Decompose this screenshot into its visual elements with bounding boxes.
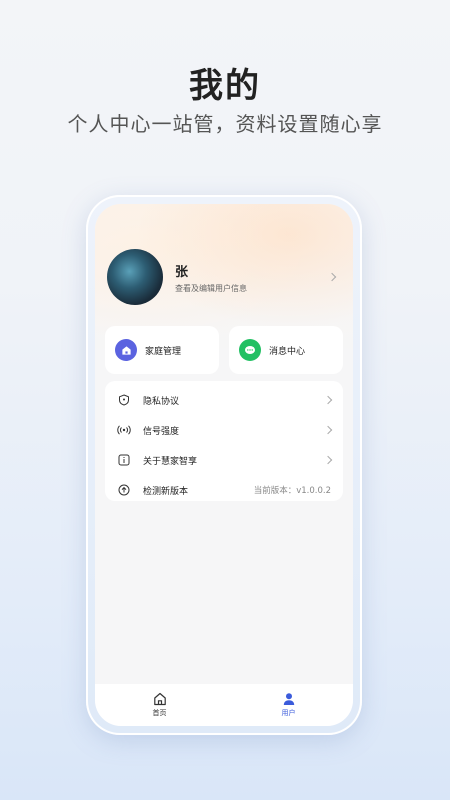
upload-icon [117, 483, 131, 497]
menu-item-check-update[interactable]: 检测新版本 当前版本：v1.0.0.2 [105, 475, 343, 505]
tab-home-label: 首页 [152, 709, 167, 717]
page-title: 我的 [189, 66, 261, 106]
chevron-right-icon [323, 395, 333, 405]
chevron-right-icon [323, 425, 333, 435]
info-icon [117, 453, 131, 467]
menu-item-label: 检测新版本 [143, 486, 189, 497]
family-management-label: 家庭管理 [145, 346, 182, 357]
menu-item-label: 关于慧家智享 [143, 456, 198, 467]
profile-text: 张 查看及编辑用户信息 [175, 261, 329, 294]
chevron-right-icon [327, 272, 337, 282]
message-center-button[interactable]: 消息中心 [229, 326, 343, 374]
chevron-right-icon [323, 455, 333, 465]
avatar[interactable] [107, 249, 163, 305]
tab-home[interactable]: 首页 [130, 692, 190, 718]
signal-icon [117, 423, 131, 437]
bottom-tabbar: 首页 用户 [95, 684, 353, 726]
home-icon [115, 339, 137, 361]
user-tab-icon [283, 693, 294, 705]
menu-item-about[interactable]: 关于慧家智享 [105, 445, 343, 475]
phone-mockup: 张 查看及编辑用户信息 家庭管理 消息中心 隐私协议 信号强度 关于慧家智享 检… [86, 195, 362, 735]
version-value: 当前版本：v1.0.0.2 [253, 486, 331, 496]
shield-icon [117, 393, 131, 407]
menu-item-label: 信号强度 [143, 426, 180, 437]
tab-user[interactable]: 用户 [259, 692, 319, 718]
tab-user-label: 用户 [281, 709, 296, 717]
profile-hint: 查看及编辑用户信息 [175, 283, 247, 293]
message-center-label: 消息中心 [269, 346, 306, 357]
home-tab-icon [153, 692, 166, 706]
settings-menu: 隐私协议 信号强度 关于慧家智享 检测新版本 当前版本：v1.0.0.2 [105, 381, 343, 501]
quick-actions: 家庭管理 消息中心 [105, 326, 343, 374]
menu-item-signal[interactable]: 信号强度 [105, 415, 343, 445]
profile-name: 张 [175, 264, 189, 280]
menu-item-privacy[interactable]: 隐私协议 [105, 385, 343, 415]
chat-icon [239, 339, 261, 361]
page-subtitle: 个人中心一站管，资料设置随心享 [67, 112, 383, 136]
family-management-button[interactable]: 家庭管理 [105, 326, 219, 374]
phone-screen: 张 查看及编辑用户信息 家庭管理 消息中心 隐私协议 信号强度 关于慧家智享 检… [95, 204, 353, 726]
menu-item-label: 隐私协议 [143, 396, 180, 407]
profile-card[interactable]: 张 查看及编辑用户信息 [107, 246, 341, 308]
